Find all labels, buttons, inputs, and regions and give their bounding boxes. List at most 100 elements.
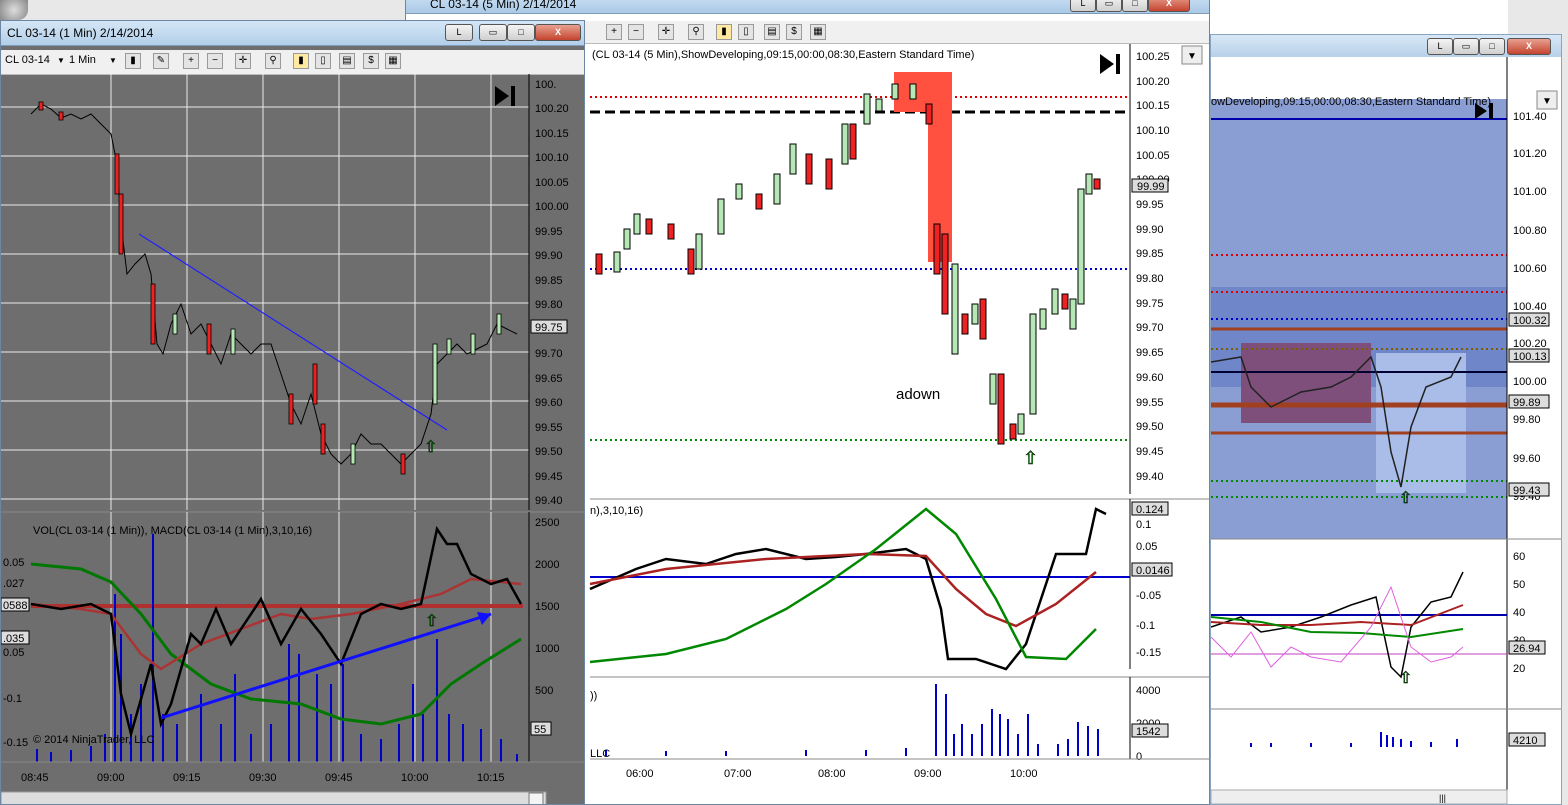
left-time-tick: 09:30 <box>249 772 277 784</box>
left-ind-label: .035 <box>3 633 24 645</box>
right-chart-window[interactable]: L ▭ □ X owDeveloping,09:15,00:00,08:30,E… <box>1210 34 1562 805</box>
remove-icon[interactable]: − <box>628 24 644 40</box>
middle-vol-axis: 4000 2000 1542 0 <box>1131 685 1169 763</box>
left-maximize-button[interactable]: □ <box>507 24 535 41</box>
dropdown-arrow-icon[interactable]: ▼ <box>109 56 117 65</box>
middle-y-tick: 99.95 <box>1136 199 1164 211</box>
up-arrow-icon: ⇧ <box>1399 490 1412 507</box>
zoom-icon[interactable]: ⚲ <box>688 24 704 40</box>
middle-time-tick: 09:00 <box>914 768 942 780</box>
left-link-button[interactable]: L <box>445 24 473 41</box>
left-vol-tick: 1000 <box>535 643 559 655</box>
candle-style-icon[interactable]: ▮ <box>293 53 309 69</box>
properties-icon[interactable]: ▦ <box>385 53 401 69</box>
chevron-down-icon: ▼ <box>1542 96 1552 107</box>
properties-icon[interactable]: ▦ <box>810 24 826 40</box>
dropdown-arrow-icon[interactable]: ▼ <box>57 56 65 65</box>
middle-close-button[interactable]: X <box>1148 0 1190 12</box>
left-title-bar[interactable]: CL 03-14 (1 Min) 2/14/2014 L ▭ □ X <box>1 21 584 46</box>
left-y-tick: 99.60 <box>535 397 563 409</box>
left-chart-canvas[interactable]: 100. 100.20 100.15 100.10 100.05 100.00 … <box>1 74 585 805</box>
right-link-button[interactable]: L <box>1427 38 1453 55</box>
bar-style-icon[interactable]: ▯ <box>315 53 331 69</box>
left-chart-window[interactable]: CL 03-14 (1 Min) 2/14/2014 L ▭ □ X CL 03… <box>0 20 585 805</box>
instrument-selector[interactable]: CL 03-14 <box>5 54 50 66</box>
crosshair-icon[interactable]: ✛ <box>658 24 674 40</box>
middle-annotation: adown <box>896 386 940 403</box>
left-time-axis: 08:45 09:00 09:15 09:30 09:45 10:00 10:1… <box>21 772 505 784</box>
middle-link-button[interactable]: L <box>1070 0 1096 12</box>
left-vol-tick: 1500 <box>535 601 559 613</box>
middle-macd-axis: 0.124 0.1 0.05 0.0146 -0.05 -0.1 -0.15 <box>1131 501 1173 659</box>
right-price-tag: 100.13 <box>1513 351 1547 363</box>
left-volume-bars <box>36 534 518 762</box>
middle-vol-tick: 0 <box>1136 751 1142 763</box>
middle-y-tick: 99.65 <box>1136 347 1164 359</box>
add-indicator-icon[interactable]: + <box>606 24 622 40</box>
right-y-tick: 99.60 <box>1513 453 1541 465</box>
right-chart-canvas[interactable]: owDeveloping,09:15,00:00,08:30,Eastern S… <box>1211 57 1562 805</box>
right-minimize-button[interactable]: ▭ <box>1453 38 1479 55</box>
up-arrow-icon: ⇧ <box>1023 448 1038 468</box>
middle-macd-tick: 0.0146 <box>1136 565 1170 577</box>
up-arrow-icon: ⇧ <box>1399 670 1412 687</box>
left-ind-label: 0.05 <box>3 647 24 659</box>
chart-icon[interactable]: ▤ <box>339 53 355 69</box>
middle-vol-tick: 1542 <box>1136 726 1160 738</box>
right-ind-tick: 20 <box>1513 663 1525 675</box>
left-last-price: 99.75 <box>535 322 563 334</box>
middle-macd-tick: 0.05 <box>1136 541 1157 553</box>
right-vol-tag: 4210 <box>1513 735 1537 747</box>
left-y-tick: 100.00 <box>535 201 569 213</box>
left-copyright: © 2014 NinjaTrader, LLC <box>33 734 154 746</box>
left-vol-tick: 500 <box>535 685 553 697</box>
left-close-button[interactable]: X <box>535 24 581 41</box>
left-time-tick: 09:00 <box>97 772 125 784</box>
right-maximize-button[interactable]: □ <box>1479 38 1505 55</box>
middle-y-tick: 100.05 <box>1136 150 1170 162</box>
middle-title-bar[interactable]: CL 03-14 (5 Min) 2/14/2014 L ▭ □ X <box>406 0 1209 14</box>
left-y-tick: 99.45 <box>535 471 563 483</box>
crosshair-icon[interactable]: ✛ <box>235 53 251 69</box>
middle-time-tick: 08:00 <box>818 768 846 780</box>
pencil-icon[interactable]: ✎ <box>153 53 169 69</box>
add-indicator-icon[interactable]: + <box>183 53 199 69</box>
right-y-tick: 101.40 <box>1513 111 1547 123</box>
candle-style-icon[interactable]: ▮ <box>716 24 732 40</box>
right-price-tag: 99.43 <box>1513 485 1541 497</box>
middle-minimize-button[interactable]: ▭ <box>1096 0 1122 12</box>
left-ind-label: .027 <box>3 578 24 590</box>
right-horizontal-scrollbar[interactable] <box>1211 789 1508 804</box>
left-time-tick: 10:15 <box>477 772 505 784</box>
left-y-tick: 99.90 <box>535 250 563 262</box>
middle-time-tick: 07:00 <box>724 768 752 780</box>
bar-style-icon[interactable]: ▯ <box>738 24 754 40</box>
zoom-icon[interactable]: ⚲ <box>265 53 281 69</box>
desktop-background <box>1210 0 1508 36</box>
right-title-bar[interactable]: L ▭ □ X <box>1211 35 1561 58</box>
chart-icon[interactable]: ▤ <box>764 24 780 40</box>
left-vol-tick: 55 <box>534 724 546 736</box>
remove-icon[interactable]: − <box>207 53 223 69</box>
interval-selector[interactable]: 1 Min <box>69 54 96 66</box>
dollar-icon[interactable]: $ <box>786 24 802 40</box>
middle-y-tick: 99.50 <box>1136 421 1164 433</box>
scrollbar-grip-icon: ||| <box>1439 793 1446 803</box>
right-close-button[interactable]: X <box>1507 38 1551 55</box>
middle-maximize-button[interactable]: □ <box>1122 0 1148 12</box>
middle-y-tick: 99.75 <box>1136 298 1164 310</box>
left-ind-label: 0.05 <box>3 557 24 569</box>
left-minimize-button[interactable]: ▭ <box>479 24 507 41</box>
left-y-tick: 99.80 <box>535 299 563 311</box>
left-y-tick: 99.95 <box>535 226 563 238</box>
bar-type-icon[interactable]: ▮ <box>125 53 141 69</box>
left-horizontal-scrollbar[interactable] <box>1 791 547 805</box>
left-end-icon[interactable] <box>495 86 515 106</box>
middle-y-tick: 99.55 <box>1136 397 1164 409</box>
right-y-tick: 100.60 <box>1513 263 1547 275</box>
middle-vol-tick: 4000 <box>1136 685 1160 697</box>
middle-macd-label: n),3,10,16) <box>590 505 643 517</box>
left-scroll-thumb[interactable] <box>528 792 544 805</box>
middle-macd-tick: -0.15 <box>1136 647 1161 659</box>
dollar-icon[interactable]: $ <box>363 53 379 69</box>
